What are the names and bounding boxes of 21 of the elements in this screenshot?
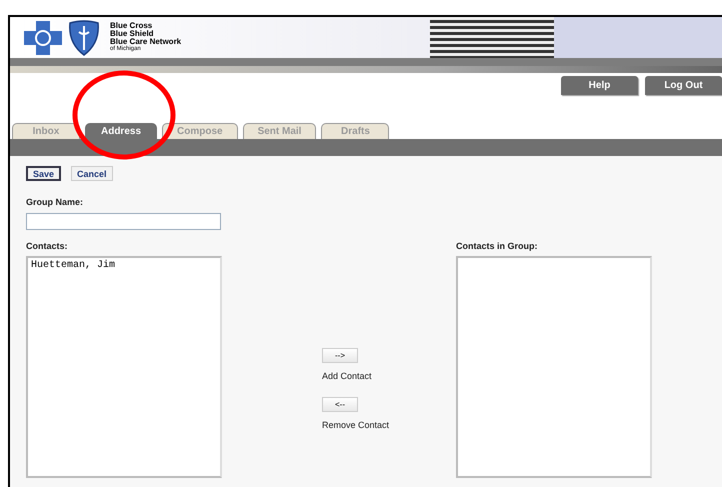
header-button[interactable]: Log Out bbox=[645, 76, 722, 95]
cross-logo-icon bbox=[24, 20, 62, 54]
header-button[interactable]: Help bbox=[561, 76, 638, 95]
shield-logo-icon bbox=[68, 20, 100, 56]
transfer-button[interactable]: --> bbox=[322, 348, 358, 363]
tab[interactable]: Address bbox=[85, 123, 157, 139]
group-contacts-list[interactable] bbox=[456, 256, 652, 478]
field-label: Group Name: bbox=[26, 197, 84, 207]
transfer-label: Remove Contact bbox=[322, 420, 390, 430]
action-button[interactable]: Cancel bbox=[71, 166, 113, 181]
contact-item[interactable]: Huetteman, Jim bbox=[31, 260, 217, 271]
group-name-field[interactable] bbox=[26, 213, 221, 230]
contacts-list[interactable]: Huetteman, Jim bbox=[26, 256, 222, 478]
list-label: Contacts in Group: bbox=[456, 241, 538, 251]
logo-text: Blue Care Network bbox=[110, 38, 182, 46]
transfer-button[interactable]: <-- bbox=[322, 397, 358, 412]
logo-text: Blue Cross bbox=[110, 22, 154, 30]
list-label: Contacts: bbox=[26, 241, 68, 251]
action-button[interactable]: Save bbox=[26, 166, 62, 181]
transfer-label: Add Contact bbox=[322, 371, 372, 381]
logo-text: Blue Shield bbox=[110, 30, 155, 38]
